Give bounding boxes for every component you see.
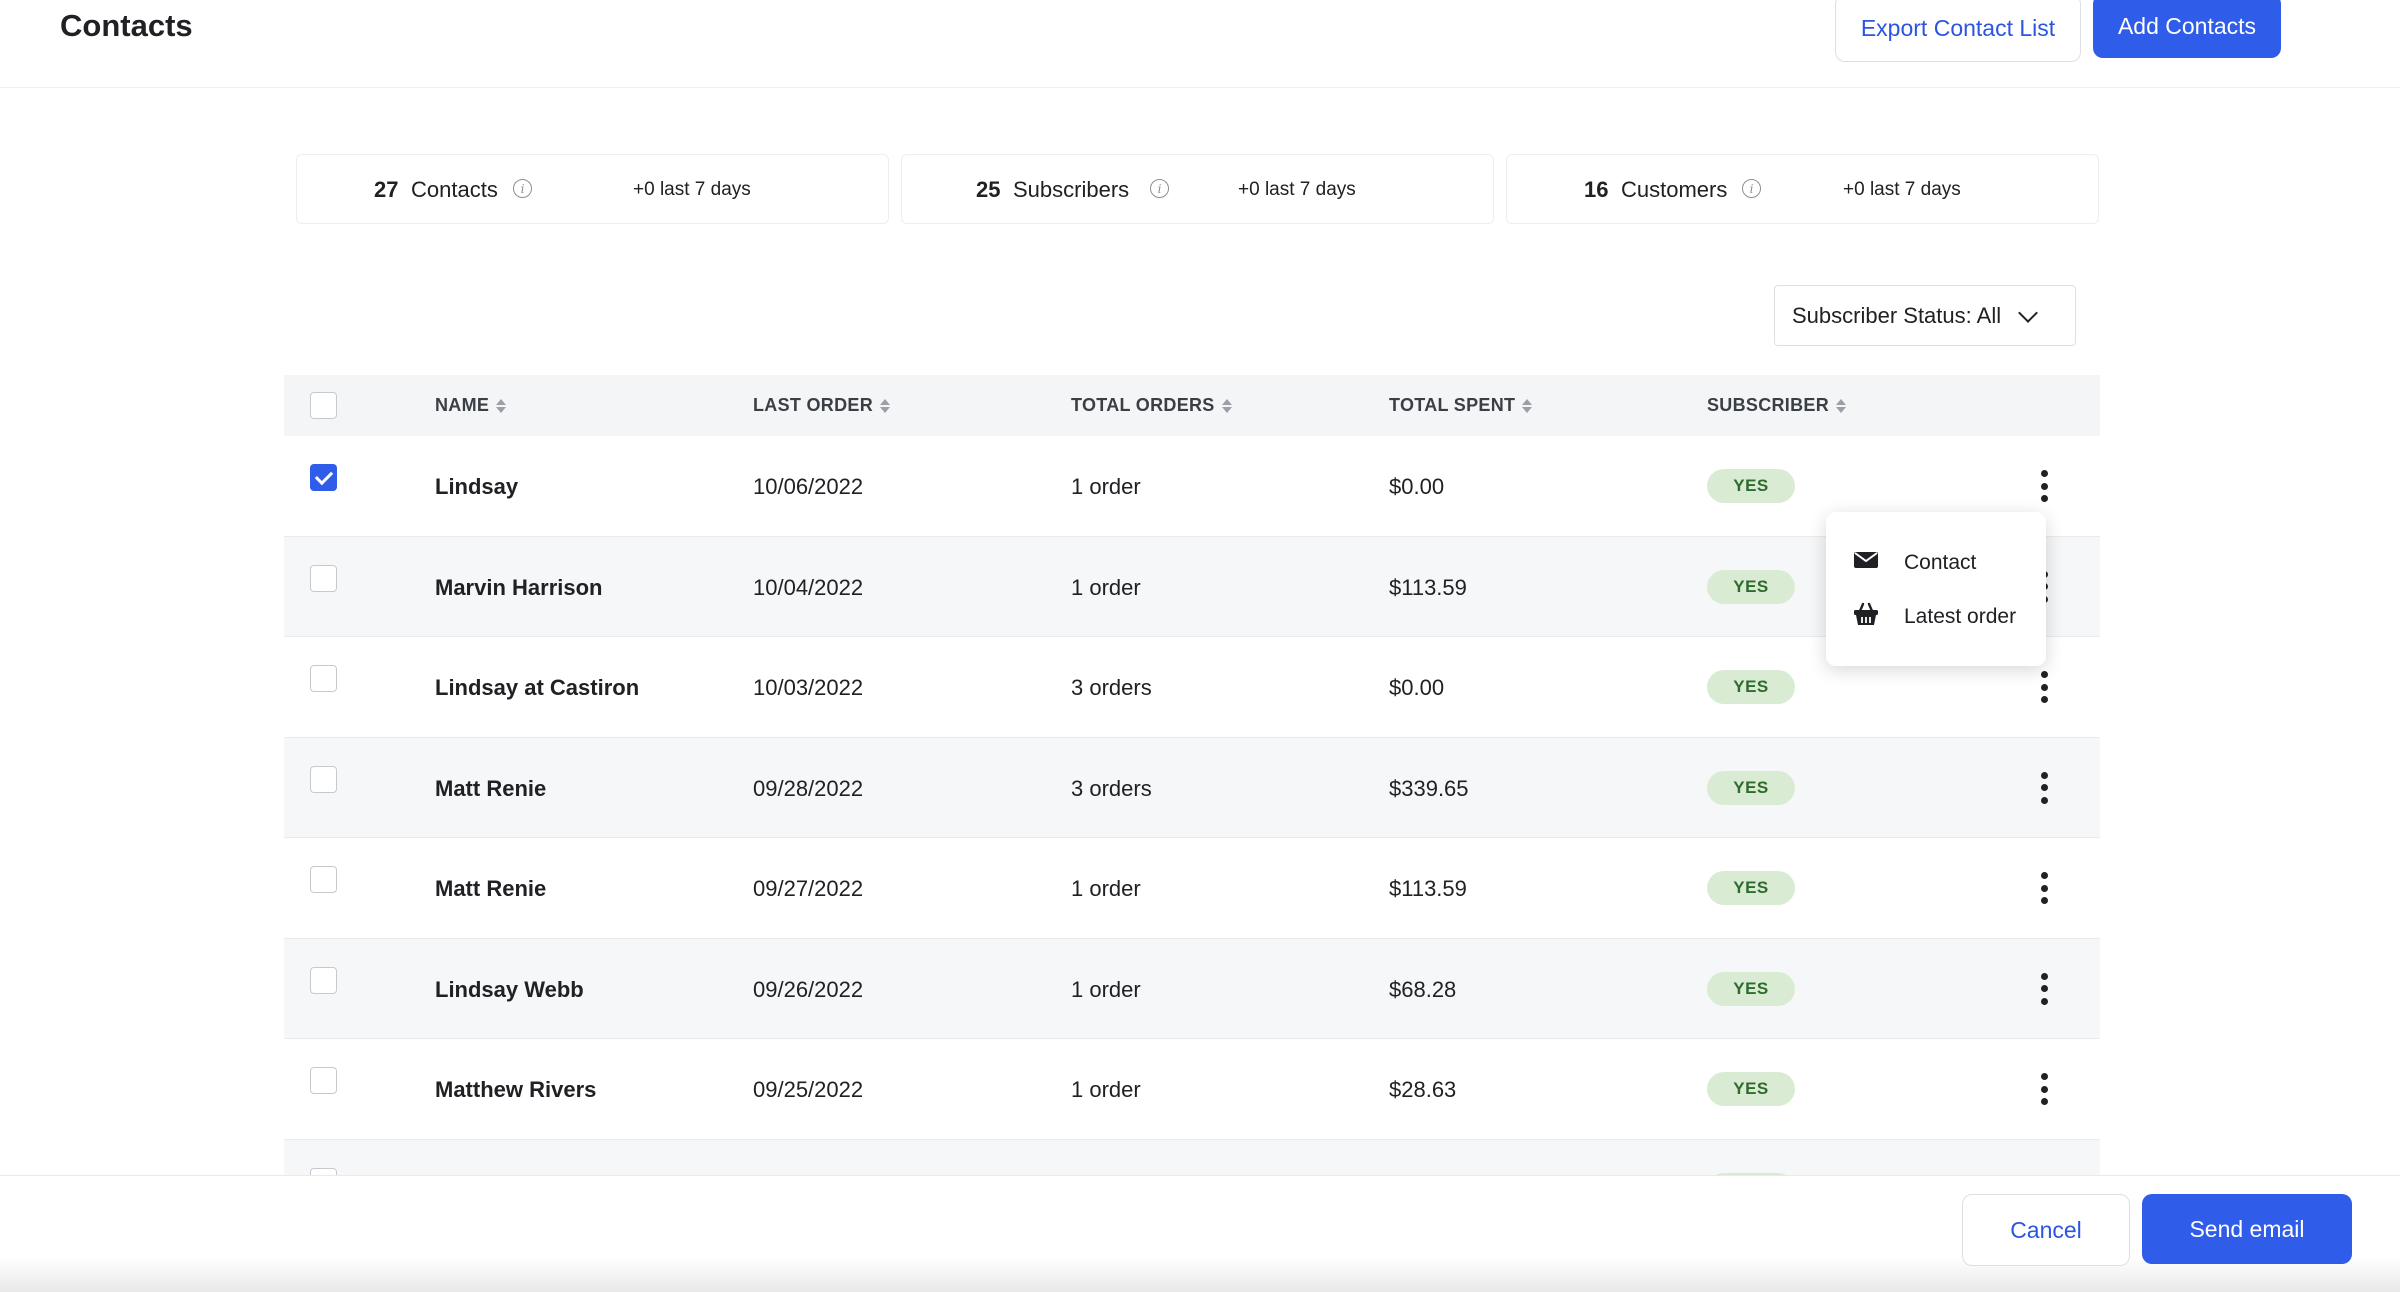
subscriber-badge: YES: [1707, 670, 1795, 704]
stat-card-subscribers: 25 Subscribers i +0 last 7 days: [901, 154, 1494, 224]
stat-delta: +0 last 7 days: [1843, 179, 1961, 200]
last-order-date: 09/26/2022: [753, 976, 864, 1002]
subscriber-badge: YES: [1707, 871, 1795, 905]
total-spent: $68.28: [1389, 976, 1457, 1002]
row-checkbox[interactable]: [310, 665, 337, 692]
total-orders: 1 order: [1071, 976, 1141, 1002]
subscriber-badge: YES: [1707, 770, 1795, 805]
column-header-total-orders[interactable]: TOTAL ORDERS: [1071, 395, 1232, 416]
contact-name[interactable]: Marvin Harrison: [435, 575, 603, 601]
sort-icon: [496, 398, 507, 413]
table-row[interactable]: Matt Renie 09/28/2022 3 orders $339.65 YES: [284, 737, 2100, 838]
more-actions-icon[interactable]: [2034, 669, 2054, 705]
total-spent: $0.00: [1389, 675, 1445, 700]
sort-icon: [1522, 398, 1533, 413]
sort-icon: [1221, 398, 1232, 413]
total-orders: 1 order: [1071, 876, 1141, 901]
more-actions-icon[interactable]: [2034, 1071, 2054, 1107]
stat-count: 27: [374, 177, 399, 202]
last-order-date: 10/04/2022: [753, 574, 864, 600]
contact-name[interactable]: Lindsay: [435, 474, 518, 500]
menu-item-label: Contact: [1904, 551, 1977, 574]
cancel-button[interactable]: Cancel: [1962, 1194, 2130, 1266]
export-contact-list-button[interactable]: Export Contact List: [1835, 0, 2081, 62]
row-checkbox[interactable]: [310, 966, 337, 994]
row-checkbox[interactable]: [310, 464, 337, 491]
total-spent: $339.65: [1389, 775, 1469, 801]
more-actions-icon[interactable]: [2034, 971, 2054, 1007]
row-checkbox[interactable]: [310, 564, 337, 592]
stat-card-contacts: 27 Contacts i +0 last 7 days: [296, 154, 889, 224]
total-orders: 3 orders: [1071, 775, 1152, 801]
stat-label: Customers: [1621, 177, 1728, 202]
total-spent: $0.00: [1389, 474, 1445, 499]
stat-count: 16: [1584, 177, 1609, 202]
column-header-name[interactable]: NAME: [435, 395, 507, 416]
more-actions-icon[interactable]: [2034, 468, 2054, 504]
select-all-checkbox[interactable]: [310, 392, 337, 419]
menu-item-label: Latest order: [1904, 605, 2017, 628]
contact-name[interactable]: Lindsay Webb: [435, 977, 584, 1003]
column-header-total-spent[interactable]: TOTAL SPENT: [1389, 395, 1533, 416]
filter-label: Subscriber Status: All: [1792, 302, 2002, 328]
contacts-table: NAME LAST ORDER TOTAL ORDERS TOTAL SPENT…: [284, 375, 2100, 1240]
stats-bar: 27 Contacts i +0 last 7 days 25 Subscrib…: [296, 154, 2099, 224]
page-header: Contacts Export Contact List Add Contact…: [0, 0, 2400, 88]
menu-item-latest-order[interactable]: Latest order: [1826, 592, 2046, 642]
subscriber-badge: YES: [1707, 971, 1795, 1006]
table-row[interactable]: Lindsay Webb 09/26/2022 1 order $68.28 YES: [284, 938, 2100, 1039]
more-actions-icon[interactable]: [2034, 870, 2054, 906]
contact-name[interactable]: Matt Renie: [435, 776, 546, 802]
sort-icon: [880, 398, 890, 413]
contact-name[interactable]: Lindsay at Castiron: [435, 675, 639, 701]
last-order-date: 09/28/2022: [753, 775, 864, 801]
row-action-menu: Contact Latest order: [1826, 512, 2046, 666]
stat-label: Subscribers: [1013, 177, 1130, 202]
row-checkbox[interactable]: [310, 1067, 337, 1094]
stat-delta: +0 last 7 days: [1238, 179, 1356, 200]
stat-card-customers: 16 Customers i +0 last 7 days: [1506, 154, 2099, 224]
subscriber-badge: YES: [1707, 469, 1795, 503]
total-orders: 1 order: [1071, 574, 1141, 600]
action-footer: Cancel Send email: [0, 1175, 2400, 1292]
more-actions-icon[interactable]: [2034, 770, 2054, 806]
stat-label: Contacts: [411, 177, 498, 202]
total-spent: $28.63: [1389, 1077, 1457, 1102]
info-icon[interactable]: i: [1150, 179, 1169, 198]
envelope-icon: [1853, 550, 1879, 576]
basket-icon: [1853, 601, 1879, 633]
last-order-date: 09/27/2022: [753, 876, 864, 901]
subscriber-badge: YES: [1707, 1072, 1795, 1106]
total-spent: $113.59: [1389, 574, 1467, 600]
subscriber-badge: YES: [1707, 569, 1795, 604]
send-email-button[interactable]: Send email: [2142, 1194, 2352, 1264]
stat-count: 25: [976, 177, 1001, 202]
table-row[interactable]: Matt Renie 09/27/2022 1 order $113.59 YES: [284, 838, 2100, 939]
total-orders: 3 orders: [1071, 675, 1152, 700]
last-order-date: 10/06/2022: [753, 474, 864, 499]
total-spent: $113.59: [1389, 876, 1467, 901]
row-checkbox[interactable]: [310, 765, 337, 793]
stat-delta: +0 last 7 days: [633, 179, 751, 200]
row-checkbox[interactable]: [310, 866, 337, 893]
table-header: NAME LAST ORDER TOTAL ORDERS TOTAL SPENT…: [284, 375, 2100, 436]
chevron-down-icon: [2018, 303, 2038, 323]
info-icon[interactable]: i: [513, 179, 532, 198]
contact-name[interactable]: Matthew Rivers: [435, 1077, 596, 1103]
total-orders: 1 order: [1071, 1077, 1141, 1102]
last-order-date: 10/03/2022: [753, 675, 864, 700]
last-order-date: 09/25/2022: [753, 1077, 864, 1102]
add-contacts-button[interactable]: Add Contacts: [2093, 0, 2281, 58]
sort-icon: [1836, 398, 1847, 413]
contact-name[interactable]: Matt Renie: [435, 876, 546, 902]
table-row[interactable]: Matthew Rivers 09/25/2022 1 order $28.63 YES: [284, 1039, 2100, 1140]
info-icon[interactable]: i: [1742, 179, 1761, 198]
column-header-last-order[interactable]: LAST ORDER: [753, 395, 890, 416]
column-header-subscriber[interactable]: SUBSCRIBER: [1707, 395, 1847, 416]
menu-item-contact[interactable]: Contact: [1826, 538, 2046, 588]
total-orders: 1 order: [1071, 474, 1141, 499]
page-title: Contacts: [60, 8, 193, 43]
subscriber-status-filter[interactable]: Subscriber Status: All: [1774, 285, 2076, 346]
